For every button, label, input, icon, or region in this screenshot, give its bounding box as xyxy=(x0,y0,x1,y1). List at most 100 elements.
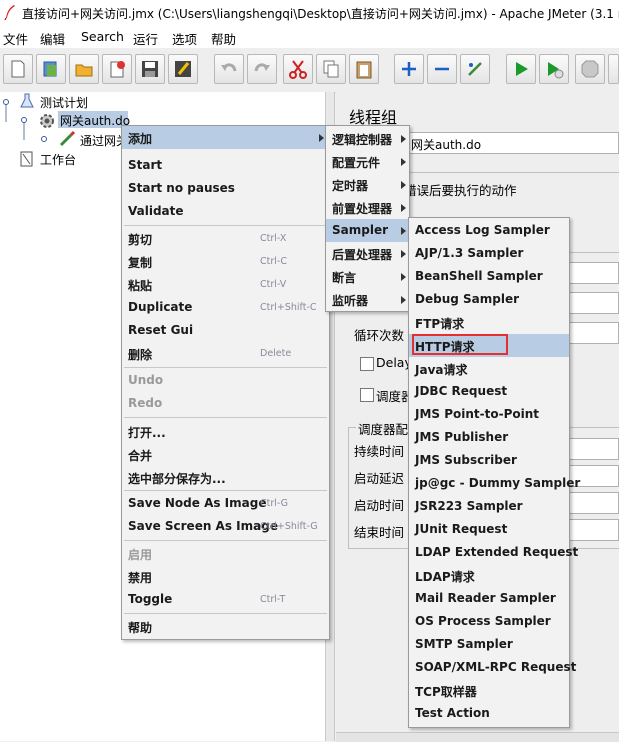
add-timer[interactable]: 定时器 xyxy=(326,173,409,196)
sampler-item-label: JSR223 Sampler xyxy=(415,499,523,513)
ctx-copy[interactable]: 复制 Ctrl-C xyxy=(122,250,329,273)
add-post-processor[interactable]: 后置处理器 xyxy=(326,242,409,265)
ctx-save-selection-as[interactable]: 选中部分保存为... xyxy=(122,466,329,489)
menu-options[interactable]: 选项 xyxy=(172,29,197,48)
menu-search[interactable]: Search xyxy=(81,29,124,44)
ctx-delete-label: 删除 xyxy=(128,348,153,362)
toggle-button[interactable] xyxy=(460,54,490,84)
sampler-item[interactable]: Java请求 xyxy=(409,357,569,380)
add-sampler[interactable]: Sampler xyxy=(326,219,409,242)
redo-button[interactable] xyxy=(247,54,277,84)
sampler-item-http-request[interactable]: HTTP请求 xyxy=(409,334,569,357)
add-pre-processor-label: 前置处理器 xyxy=(332,202,393,216)
sampler-item-label: TCP取样器 xyxy=(415,685,477,699)
sampler-item[interactable]: AJP/1.3 Sampler xyxy=(409,242,569,265)
sampler-item[interactable]: LDAP Extended Request xyxy=(409,541,578,564)
duration-label: 持续时间 xyxy=(354,444,405,459)
ctx-add[interactable]: 添加 xyxy=(122,126,329,149)
open-button[interactable] xyxy=(69,54,99,84)
name-field[interactable]: 网关auth.do xyxy=(406,132,619,154)
ctx-cut-shortcut: Ctrl-X xyxy=(260,233,287,244)
sampler-item[interactable]: JSR223 Sampler xyxy=(409,495,569,518)
ctx-start-no-pauses[interactable]: Start no pauses xyxy=(122,177,329,200)
stop-sign-icon xyxy=(581,60,599,78)
templates-button[interactable] xyxy=(36,54,66,84)
ctx-redo[interactable]: Redo xyxy=(122,392,329,415)
add-listener[interactable]: 监听器 xyxy=(326,288,409,311)
add-config-element[interactable]: 配置元件 xyxy=(326,150,409,173)
collapse-all-button[interactable] xyxy=(427,54,457,84)
copy-button[interactable] xyxy=(316,54,346,84)
expand-all-button[interactable] xyxy=(394,54,424,84)
ctx-paste[interactable]: 粘贴 Ctrl-V xyxy=(122,273,329,296)
sampler-item-label: JDBC Request xyxy=(415,384,508,398)
start-button[interactable] xyxy=(506,54,536,84)
sampler-item[interactable]: SMTP Sampler xyxy=(409,633,569,656)
sampler-item-label: HTTP请求 xyxy=(415,340,475,354)
ctx-save-screen-shortcut: Ctrl+Shift-G xyxy=(260,521,318,532)
sampler-item[interactable]: TCP取样器 xyxy=(409,679,569,702)
new-button[interactable] xyxy=(3,54,33,84)
window-title: 直接访问+网关访问.jmx (C:\Users\liangshengqi\Des… xyxy=(22,7,619,21)
shutdown-button[interactable] xyxy=(608,54,619,84)
menu-run[interactable]: 运行 xyxy=(133,29,158,48)
ctx-save-screen-as-image[interactable]: Save Screen As Image Ctrl+Shift-G xyxy=(122,515,329,538)
ctx-reset-gui[interactable]: Reset Gui xyxy=(122,319,329,342)
add-pre-processor[interactable]: 前置处理器 xyxy=(326,196,409,219)
menu-help[interactable]: 帮助 xyxy=(211,29,236,48)
stop-button[interactable] xyxy=(575,54,605,84)
tree-item-test-plan[interactable]: 测试计划 xyxy=(40,94,88,111)
menu-file[interactable]: 文件 xyxy=(3,29,28,48)
ctx-cut[interactable]: 剪切 Ctrl-X xyxy=(122,227,329,250)
add-logic-controller[interactable]: 逻辑控制器 xyxy=(326,127,409,150)
sampler-item[interactable]: jp@gc - Dummy Sampler xyxy=(409,472,580,495)
sampler-item[interactable]: Test Action xyxy=(409,702,569,725)
ctx-duplicate[interactable]: Duplicate Ctrl+Shift-C xyxy=(122,296,329,319)
add-assertion[interactable]: 断言 xyxy=(326,265,409,288)
sampler-item[interactable]: JMS Subscriber xyxy=(409,449,569,472)
sampler-item-label: FTP请求 xyxy=(415,317,465,331)
cut-button[interactable] xyxy=(283,54,313,84)
delay-checkbox[interactable] xyxy=(360,357,374,371)
tree-item-workbench[interactable]: 工作台 xyxy=(40,151,76,168)
sampler-item[interactable]: Access Log Sampler xyxy=(409,219,569,242)
sampler-item[interactable]: LDAP请求 xyxy=(409,564,569,587)
ctx-save-node-as-image[interactable]: Save Node As Image Ctrl-G xyxy=(122,492,329,515)
undo-button[interactable] xyxy=(214,54,244,84)
sampler-item[interactable]: JDBC Request xyxy=(409,380,569,403)
sampler-item[interactable]: Debug Sampler xyxy=(409,288,569,311)
ctx-toggle-shortcut: Ctrl-T xyxy=(260,594,286,605)
sampler-item[interactable]: BeanShell Sampler xyxy=(409,265,569,288)
sampler-item[interactable]: JMS Point-to-Point xyxy=(409,403,569,426)
ctx-disable[interactable]: 禁用 xyxy=(122,565,329,588)
ctx-help[interactable]: 帮助 xyxy=(122,615,329,638)
scissors-icon xyxy=(289,60,307,79)
ctx-start[interactable]: Start xyxy=(122,154,329,177)
close-button[interactable] xyxy=(102,54,132,84)
ctx-enable[interactable]: 启用 xyxy=(122,542,329,565)
sampler-item[interactable]: Mail Reader Sampler xyxy=(409,587,569,610)
ctx-open[interactable]: 打开... xyxy=(122,420,329,443)
tree-item-thread-group[interactable]: 网关auth.do xyxy=(58,111,130,128)
ctx-delete[interactable]: 删除 Delete xyxy=(122,342,329,365)
sampler-item[interactable]: JMS Publisher xyxy=(409,426,569,449)
sampler-item[interactable]: JUnit Request xyxy=(409,518,569,541)
add-sampler-label: Sampler xyxy=(332,223,389,237)
ctx-toggle[interactable]: Toggle Ctrl-T xyxy=(122,588,329,611)
end-time-label: 结束时间 xyxy=(354,525,405,540)
ctx-merge[interactable]: 合并 xyxy=(122,443,329,466)
ctx-undo[interactable]: Undo xyxy=(122,369,329,392)
sampler-item-label: LDAP Extended Request xyxy=(415,545,579,559)
undo-arrow-icon xyxy=(221,63,237,72)
save-as-button[interactable] xyxy=(168,54,198,84)
start-no-pauses-button[interactable] xyxy=(539,54,569,84)
ctx-validate[interactable]: Validate xyxy=(122,200,329,223)
sampler-item[interactable]: SOAP/XML-RPC Request xyxy=(409,656,576,679)
sampler-item-label: Mail Reader Sampler xyxy=(415,591,556,605)
paste-button[interactable] xyxy=(349,54,379,84)
menu-edit[interactable]: 编辑 xyxy=(40,29,65,48)
save-button[interactable] xyxy=(135,54,165,84)
sampler-item[interactable]: OS Process Sampler xyxy=(409,610,569,633)
scheduler-checkbox[interactable] xyxy=(360,388,374,402)
sampler-item[interactable]: FTP请求 xyxy=(409,311,569,334)
